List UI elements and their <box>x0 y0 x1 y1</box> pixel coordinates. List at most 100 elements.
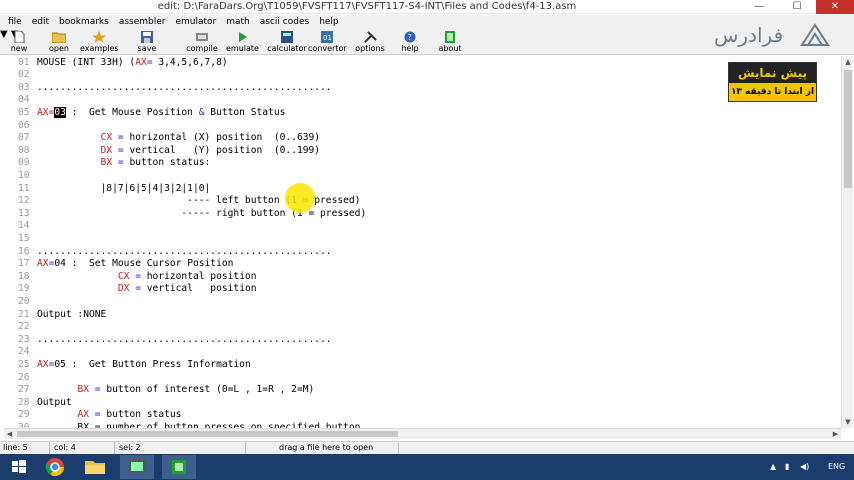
volume-icon[interactable]: ◀) <box>800 454 809 480</box>
code-line[interactable]: 24 <box>4 346 841 359</box>
code-text: 3,4,5,6,7,8) <box>152 56 228 68</box>
menu-math[interactable]: math <box>221 15 255 29</box>
code-line[interactable]: 10 <box>4 170 841 183</box>
code-line[interactable]: 21 Output :NONE <box>4 309 841 322</box>
horizontal-scroll-thumb[interactable] <box>17 431 398 437</box>
scroll-down-icon[interactable]: ▼ <box>842 416 854 428</box>
selected-text: 03 <box>54 106 66 118</box>
line-code: AX=03 : Get Mouse Position & Button Stat… <box>37 106 285 118</box>
maximize-button[interactable]: ☐ <box>778 0 816 14</box>
code-line[interactable]: 25 AX=05 : Get Button Press Information <box>4 359 841 372</box>
title-bar: edit: D:\FaraDars.Org\T1059\FVSFT117\FVS… <box>0 0 854 14</box>
menu-edit[interactable]: edit <box>27 15 54 29</box>
about-button[interactable]: about <box>437 31 463 53</box>
code-text: button of interest (0=L , 1=R , 2=M) <box>100 384 315 396</box>
compile-button[interactable]: compile <box>186 31 218 53</box>
code-line[interactable]: 29 AX = button status <box>4 409 841 422</box>
language-indicator[interactable]: ENG <box>828 454 845 480</box>
help-button[interactable]: ? help <box>398 31 422 53</box>
menu-assembler[interactable]: assembler <box>114 15 171 29</box>
vertical-scrollbar[interactable]: ▲ ▼ <box>841 56 853 428</box>
tray-chevron-icon[interactable]: ▲ <box>770 454 776 480</box>
code-line[interactable]: 11 |8|7|6|5|4|3|2|1|0| <box>4 183 841 196</box>
code-line[interactable]: 02 <box>4 69 841 82</box>
minimize-button[interactable]: — <box>740 0 778 14</box>
preview-subtitle: از ابتدا تا دقیقه ۱۳ <box>730 87 815 97</box>
code-line[interactable]: 26 <box>4 372 841 385</box>
scroll-right-icon[interactable]: ▶ <box>830 429 841 439</box>
chrome-taskbar-icon[interactable] <box>38 455 72 479</box>
convertor-button[interactable]: 01 convertor <box>308 31 347 53</box>
calculator-button[interactable]: calculator <box>267 31 307 53</box>
code-line[interactable]: 22 <box>4 321 841 334</box>
help-icon: ? <box>403 31 417 43</box>
new-button[interactable]: new <box>6 31 32 53</box>
register-token: AX <box>37 258 49 270</box>
code-line[interactable]: 17 AX=04 : Set Mouse Cursor Position <box>4 258 841 271</box>
code-line[interactable]: 15 <box>4 233 841 246</box>
emulate-button[interactable]: emulate <box>226 31 259 53</box>
window-title: edit: D:\FaraDars.Org\T1059\FVSFT117\FVS… <box>157 1 577 12</box>
code-line[interactable]: 23......................................… <box>4 334 841 347</box>
line-number: 11 <box>18 182 30 194</box>
examples-button[interactable]: examples <box>80 31 119 53</box>
line-code: AX = button status <box>37 409 181 420</box>
register-token: CX <box>100 132 113 144</box>
line-number: 07 <box>18 132 30 144</box>
menu-file[interactable]: file <box>3 15 27 29</box>
line-code: |8|7|6|5|4|3|2|1|0| <box>37 182 211 194</box>
menu-bookmarks[interactable]: bookmarks <box>54 15 114 29</box>
scroll-left-icon[interactable]: ◀ <box>4 429 15 439</box>
line-number: 28 <box>18 396 30 408</box>
tools-icon <box>363 31 377 43</box>
line-number: 05 <box>18 106 30 118</box>
code-text: : Set Mouse Cursor Position <box>65 258 234 270</box>
menu-ascii-codes[interactable]: ascii codes <box>255 15 314 29</box>
start-button[interactable] <box>2 455 36 479</box>
code-editor[interactable]: 01 MOUSE (INT 33H) (AX= 3,4,5,6,7,8) 02 03.… <box>4 56 841 428</box>
options-button[interactable]: options <box>354 31 386 53</box>
code-line[interactable]: 12 ---- left button (1 = pressed) <box>4 195 841 208</box>
code-text: MOUSE (INT 33H) ( <box>37 56 136 68</box>
code-line[interactable]: 04 <box>4 94 841 107</box>
code-line[interactable]: 16......................................… <box>4 246 841 259</box>
code-line[interactable]: 18 CX = horizontal position <box>4 271 841 284</box>
play-icon <box>235 31 249 43</box>
code-line[interactable]: 05 AX=03 : Get Mouse Position & Button St… <box>4 106 841 120</box>
line-number: 03 <box>18 81 30 93</box>
code-line[interactable]: 01 MOUSE (INT 33H) (AX= 3,4,5,6,7,8) <box>4 57 841 70</box>
code-line[interactable]: 03......................................… <box>4 82 841 95</box>
emu8086-taskbar-icon[interactable] <box>162 455 196 479</box>
code-text: 05 <box>54 358 66 370</box>
emulate-label: emulate <box>226 44 259 53</box>
scroll-up-icon[interactable]: ▲ <box>842 56 854 68</box>
code-line[interactable]: 28 Output <box>4 397 841 410</box>
register-token: BX <box>100 157 113 169</box>
horizontal-scrollbar[interactable]: ◀ ▶ <box>4 428 841 439</box>
menu-emulator[interactable]: emulator <box>170 15 221 29</box>
vertical-scroll-thumb[interactable] <box>844 70 852 188</box>
line-number: 25 <box>18 358 30 370</box>
app-taskbar-icon[interactable] <box>120 455 154 479</box>
code-line[interactable]: 07 CX = horizontal (X) position (0..639) <box>4 132 841 145</box>
close-button[interactable]: ✕ <box>816 0 854 14</box>
line-number: 01 <box>18 56 30 68</box>
code-line[interactable]: 14 <box>4 220 841 233</box>
code-line[interactable]: 20 <box>4 296 841 309</box>
code-line[interactable]: 19 DX = vertical position <box>4 283 841 296</box>
code-line[interactable]: 09 BX = button status: <box>4 157 841 170</box>
file-explorer-taskbar-icon[interactable] <box>78 455 112 479</box>
code-line[interactable]: 13 ----- right button (1 = pressed) <box>4 208 841 221</box>
menu-help[interactable]: help <box>314 15 343 29</box>
line-number: 24 <box>18 346 30 358</box>
register-token: AX <box>135 56 147 68</box>
open-button[interactable]: open <box>46 31 72 53</box>
line-number: 13 <box>18 207 30 219</box>
code-text: horizontal position <box>141 270 257 282</box>
code-line[interactable]: 06 <box>4 120 841 133</box>
code-line[interactable]: 27 BX = button of interest (0=L , 1=R , … <box>4 384 841 397</box>
status-sel: sel: 2 <box>116 442 246 454</box>
save-button[interactable]: save <box>134 31 160 53</box>
network-icon[interactable]: ▮ <box>785 454 789 480</box>
code-line[interactable]: 08 DX = vertical (Y) position (0..199) <box>4 145 841 158</box>
